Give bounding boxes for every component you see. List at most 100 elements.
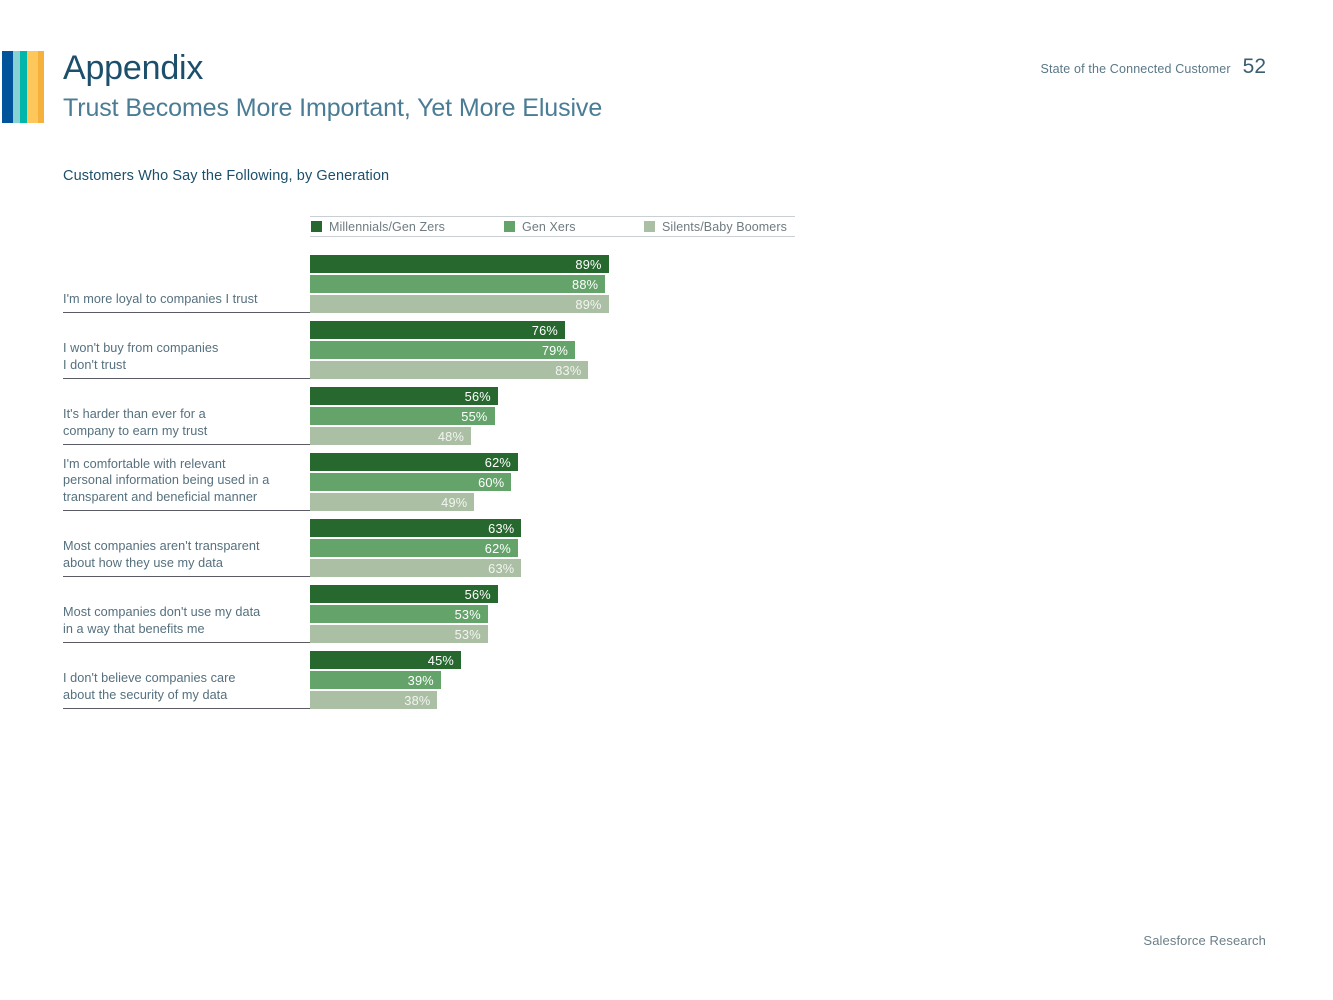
bar-value-label: 89%: [575, 296, 602, 312]
bar[interactable]: 88%: [310, 275, 606, 293]
bar[interactable]: 63%: [310, 559, 522, 577]
page-title: Appendix: [63, 49, 204, 87]
group-label: It's harder than ever for a company to ea…: [63, 406, 207, 439]
group-bars: 62% 60% 49%: [310, 452, 803, 511]
bar-row: 63%: [310, 519, 803, 537]
group-bars: 56% 53% 53%: [310, 584, 803, 643]
bar-value-label: 83%: [555, 362, 582, 378]
bar[interactable]: 53%: [310, 625, 488, 643]
bar[interactable]: 62%: [310, 539, 518, 557]
bar-row: 38%: [310, 691, 803, 709]
bar-row: 39%: [310, 671, 803, 689]
page-number: 52: [1242, 55, 1266, 78]
group-label-line: I'm comfortable with relevant: [63, 456, 226, 471]
bar-row: 56%: [310, 387, 803, 405]
legend-swatch-icon: [504, 221, 515, 232]
bar-row: 45%: [310, 651, 803, 669]
bar-row: 53%: [310, 605, 803, 623]
group-label: Most companies don't use my data in a way…: [63, 604, 260, 637]
page-subtitle: Trust Becomes More Important, Yet More E…: [63, 94, 603, 122]
chart-group: I don't believe companies care about the …: [63, 650, 803, 709]
chart-group: I'm comfortable with relevant personal in…: [63, 452, 803, 511]
group-label-line: about how they use my data: [63, 555, 223, 570]
bar[interactable]: 89%: [310, 295, 609, 313]
bar[interactable]: 48%: [310, 427, 472, 445]
chart-group: I won't buy from companies I don't trust 7…: [63, 320, 803, 379]
group-label-cell: I won't buy from companies I don't trust: [63, 320, 310, 379]
bar-value-label: 53%: [454, 626, 481, 642]
bar-value-label: 48%: [437, 428, 465, 444]
bar-row: 62%: [310, 539, 803, 557]
bar-row: 83%: [310, 361, 803, 379]
bar-row: 62%: [310, 453, 803, 471]
bar-row: 63%: [310, 559, 803, 577]
group-label-line: transparent and beneficial manner: [63, 489, 258, 504]
bar-value-label: 60%: [478, 474, 505, 490]
group-bars: 45% 39% 38%: [310, 650, 803, 709]
bar[interactable]: 38%: [310, 691, 438, 709]
group-label-line: personal information being used in a: [63, 473, 270, 487]
bar-row: 79%: [310, 341, 803, 359]
legend-item-0[interactable]: Millennials/Gen Zers: [311, 220, 445, 234]
group-label-line: It's harder than ever for a: [63, 407, 206, 421]
bar[interactable]: 53%: [310, 605, 488, 623]
stripe-blue: [2, 51, 13, 123]
group-label: I'm comfortable with relevant personal in…: [63, 456, 269, 506]
legend-swatch-icon: [644, 221, 655, 232]
bar-value-label: 63%: [488, 520, 515, 536]
bar-value-label: 76%: [531, 322, 558, 338]
bar-value-label: 49%: [441, 494, 468, 510]
bar[interactable]: 79%: [310, 341, 576, 359]
group-bars: 76% 79% 83%: [310, 320, 803, 379]
bar-value-label: 56%: [464, 586, 491, 602]
bar[interactable]: 63%: [310, 519, 522, 537]
stripe-teal: [20, 51, 27, 123]
bar[interactable]: 60%: [310, 473, 512, 491]
bar[interactable]: 39%: [310, 671, 441, 689]
bar-value-label: 63%: [488, 560, 515, 576]
bar-row: 76%: [310, 321, 803, 339]
chart-group: Most companies don't use my data in a way…: [63, 584, 803, 643]
legend-item-2[interactable]: Silents/Baby Boomers: [644, 220, 787, 234]
chart-legend: Millennials/Gen Zers Gen Xers Silents/Baby…: [310, 216, 795, 237]
group-label: I won't buy from companies I don't trust: [63, 340, 218, 373]
bar[interactable]: 62%: [310, 453, 518, 471]
bar[interactable]: 56%: [310, 387, 498, 405]
legend-label: Silents/Baby Boomers: [662, 219, 787, 234]
group-label-line: about the security of my data: [63, 687, 228, 702]
bar[interactable]: 55%: [310, 407, 495, 425]
chart-groups: I'm more loyal to companies I trust 89% 88…: [63, 254, 803, 709]
chart-title: Customers Who Say the Following, by Gene…: [63, 168, 390, 184]
stripe-amber: [38, 51, 44, 123]
legend-item-1[interactable]: Gen Xers: [504, 220, 576, 234]
bar-row: 89%: [310, 255, 803, 273]
bar-value-label: 89%: [575, 256, 602, 272]
group-label-line: I won't buy from companies: [63, 341, 219, 355]
bar-value-label: 62%: [484, 454, 511, 470]
group-label-line: I don't trust: [63, 357, 127, 372]
bar[interactable]: 83%: [310, 361, 589, 379]
bar-value-label: 55%: [461, 408, 488, 424]
group-label-line: I'm more loyal to companies I trust: [63, 291, 258, 306]
document-name: State of the Connected Customer: [1040, 62, 1231, 76]
group-bars: 89% 88% 89%: [310, 254, 803, 313]
bar-row: 49%: [310, 493, 803, 511]
bar[interactable]: 89%: [310, 255, 609, 273]
bar[interactable]: 45%: [310, 651, 461, 669]
group-label: I'm more loyal to companies I trust: [63, 291, 258, 308]
footer-source: Salesforce Research: [1143, 933, 1266, 948]
bar-row: 56%: [310, 585, 803, 603]
group-label-line: company to earn my trust: [63, 423, 208, 438]
group-label-line: I don't believe companies care: [63, 671, 236, 685]
bar[interactable]: 49%: [310, 493, 475, 511]
bar-value-label: 39%: [407, 672, 434, 688]
bar[interactable]: 56%: [310, 585, 498, 603]
bar-row: 60%: [310, 473, 803, 491]
group-label-cell: Most companies don't use my data in a way…: [63, 584, 310, 643]
group-label-cell: I'm comfortable with relevant personal in…: [63, 452, 310, 511]
group-bars: 63% 62% 63%: [310, 518, 803, 577]
bar-value-label: 56%: [464, 388, 491, 404]
stripe-light-teal: [13, 51, 20, 123]
bar[interactable]: 76%: [310, 321, 565, 339]
bar-row: 89%: [310, 295, 803, 313]
